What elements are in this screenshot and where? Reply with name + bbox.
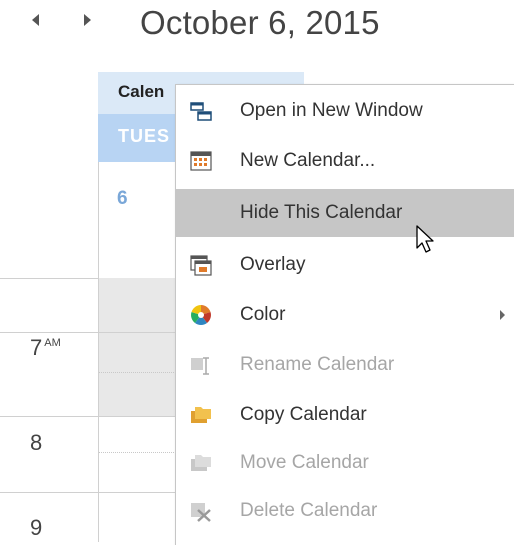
move-folder-icon (190, 452, 212, 474)
page-title: October 6, 2015 (140, 4, 380, 41)
delete-icon (190, 500, 212, 522)
chevron-left-icon[interactable] (32, 14, 39, 26)
menu-item-hide-this-calendar[interactable]: Hide This Calendar (176, 189, 514, 237)
menu-item-label: Open in New Window (240, 100, 423, 121)
hour-label: 7 AM (30, 335, 61, 360)
open-window-icon (190, 100, 212, 122)
mouse-cursor-icon (416, 225, 434, 253)
menu-item-label: Delete Calendar (240, 500, 378, 521)
day-header-label: TUES (118, 126, 171, 146)
hour-label: 9 (30, 515, 43, 540)
context-menu: Open in New Window New Calendar... Hide … (175, 84, 514, 545)
menu-item-label: Overlay (240, 254, 306, 275)
menu-item-color[interactable]: Color (176, 291, 514, 339)
menu-item-label: Color (240, 304, 286, 325)
menu-item-overlay[interactable]: Overlay (176, 241, 514, 289)
divider (98, 162, 99, 542)
color-wheel-icon (190, 304, 212, 326)
menu-item-copy-calendar[interactable]: Copy Calendar (176, 391, 514, 439)
menu-item-open-in-new-window[interactable]: Open in New Window (176, 87, 514, 135)
calendar-tab-label: Calen (118, 82, 165, 101)
menu-item-rename-calendar: Rename Calendar (176, 341, 514, 389)
menu-item-delete-calendar: Delete Calendar (176, 487, 514, 535)
menu-item-label: Rename Calendar (240, 354, 395, 375)
new-calendar-icon (190, 150, 212, 172)
menu-item-new-calendar[interactable]: New Calendar... (176, 137, 514, 185)
copy-folder-icon (190, 404, 212, 426)
menu-item-label: Move Calendar (240, 452, 369, 473)
menu-item-label: New Calendar... (240, 150, 376, 171)
day-number: 6 (117, 188, 128, 209)
chevron-right-icon[interactable] (84, 14, 91, 26)
menu-item-label: Copy Calendar (240, 404, 367, 425)
hour-label: 8 (30, 430, 43, 455)
overlay-icon (190, 254, 212, 276)
menu-item-move-calendar: Move Calendar (176, 439, 514, 487)
rename-icon (190, 354, 212, 376)
chevron-right-icon (500, 310, 505, 320)
menu-item-label: Hide This Calendar (240, 202, 403, 223)
